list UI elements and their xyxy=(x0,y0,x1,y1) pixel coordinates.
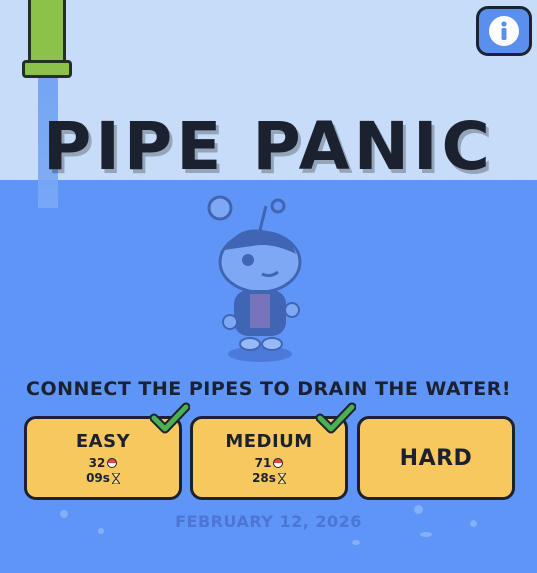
water-bubble xyxy=(420,532,432,537)
game-title: PIPE PANIC xyxy=(43,108,494,185)
score-stat: 71 xyxy=(255,456,284,471)
hourglass-icon xyxy=(111,472,120,484)
checkmark-icon xyxy=(150,402,190,434)
water-bubble xyxy=(470,520,477,527)
time-value: 09s xyxy=(86,470,110,485)
checkmark-icon xyxy=(316,402,356,434)
score-value: 32 xyxy=(88,455,106,470)
hourglass-icon xyxy=(277,472,286,484)
difficulty-label: MEDIUM xyxy=(225,430,313,452)
score-value: 71 xyxy=(254,455,272,470)
pokeball-icon xyxy=(107,458,118,468)
time-stat: 28s xyxy=(252,471,286,486)
drain-pipe xyxy=(28,0,66,66)
instruction-text: CONNECT THE PIPES TO DRAIN THE WATER! xyxy=(26,378,511,400)
puzzle-date: FEBRUARY 12, 2026 xyxy=(175,512,362,531)
mascot-character xyxy=(207,195,302,362)
hard-button[interactable]: HARD xyxy=(357,416,515,500)
water-bubble xyxy=(60,510,68,518)
time-stat: 09s xyxy=(86,471,120,486)
difficulty-label: HARD xyxy=(399,445,473,471)
drain-pipe-lip xyxy=(22,60,72,78)
water-bubble xyxy=(98,528,104,534)
water-bubble xyxy=(352,540,360,545)
difficulty-label: EASY xyxy=(75,430,131,452)
time-value: 28s xyxy=(252,470,276,485)
pokeball-icon xyxy=(273,458,284,468)
score-stat: 32 xyxy=(89,456,118,471)
water-bubble xyxy=(414,505,423,514)
info-icon xyxy=(489,16,519,46)
info-button[interactable] xyxy=(476,6,532,56)
